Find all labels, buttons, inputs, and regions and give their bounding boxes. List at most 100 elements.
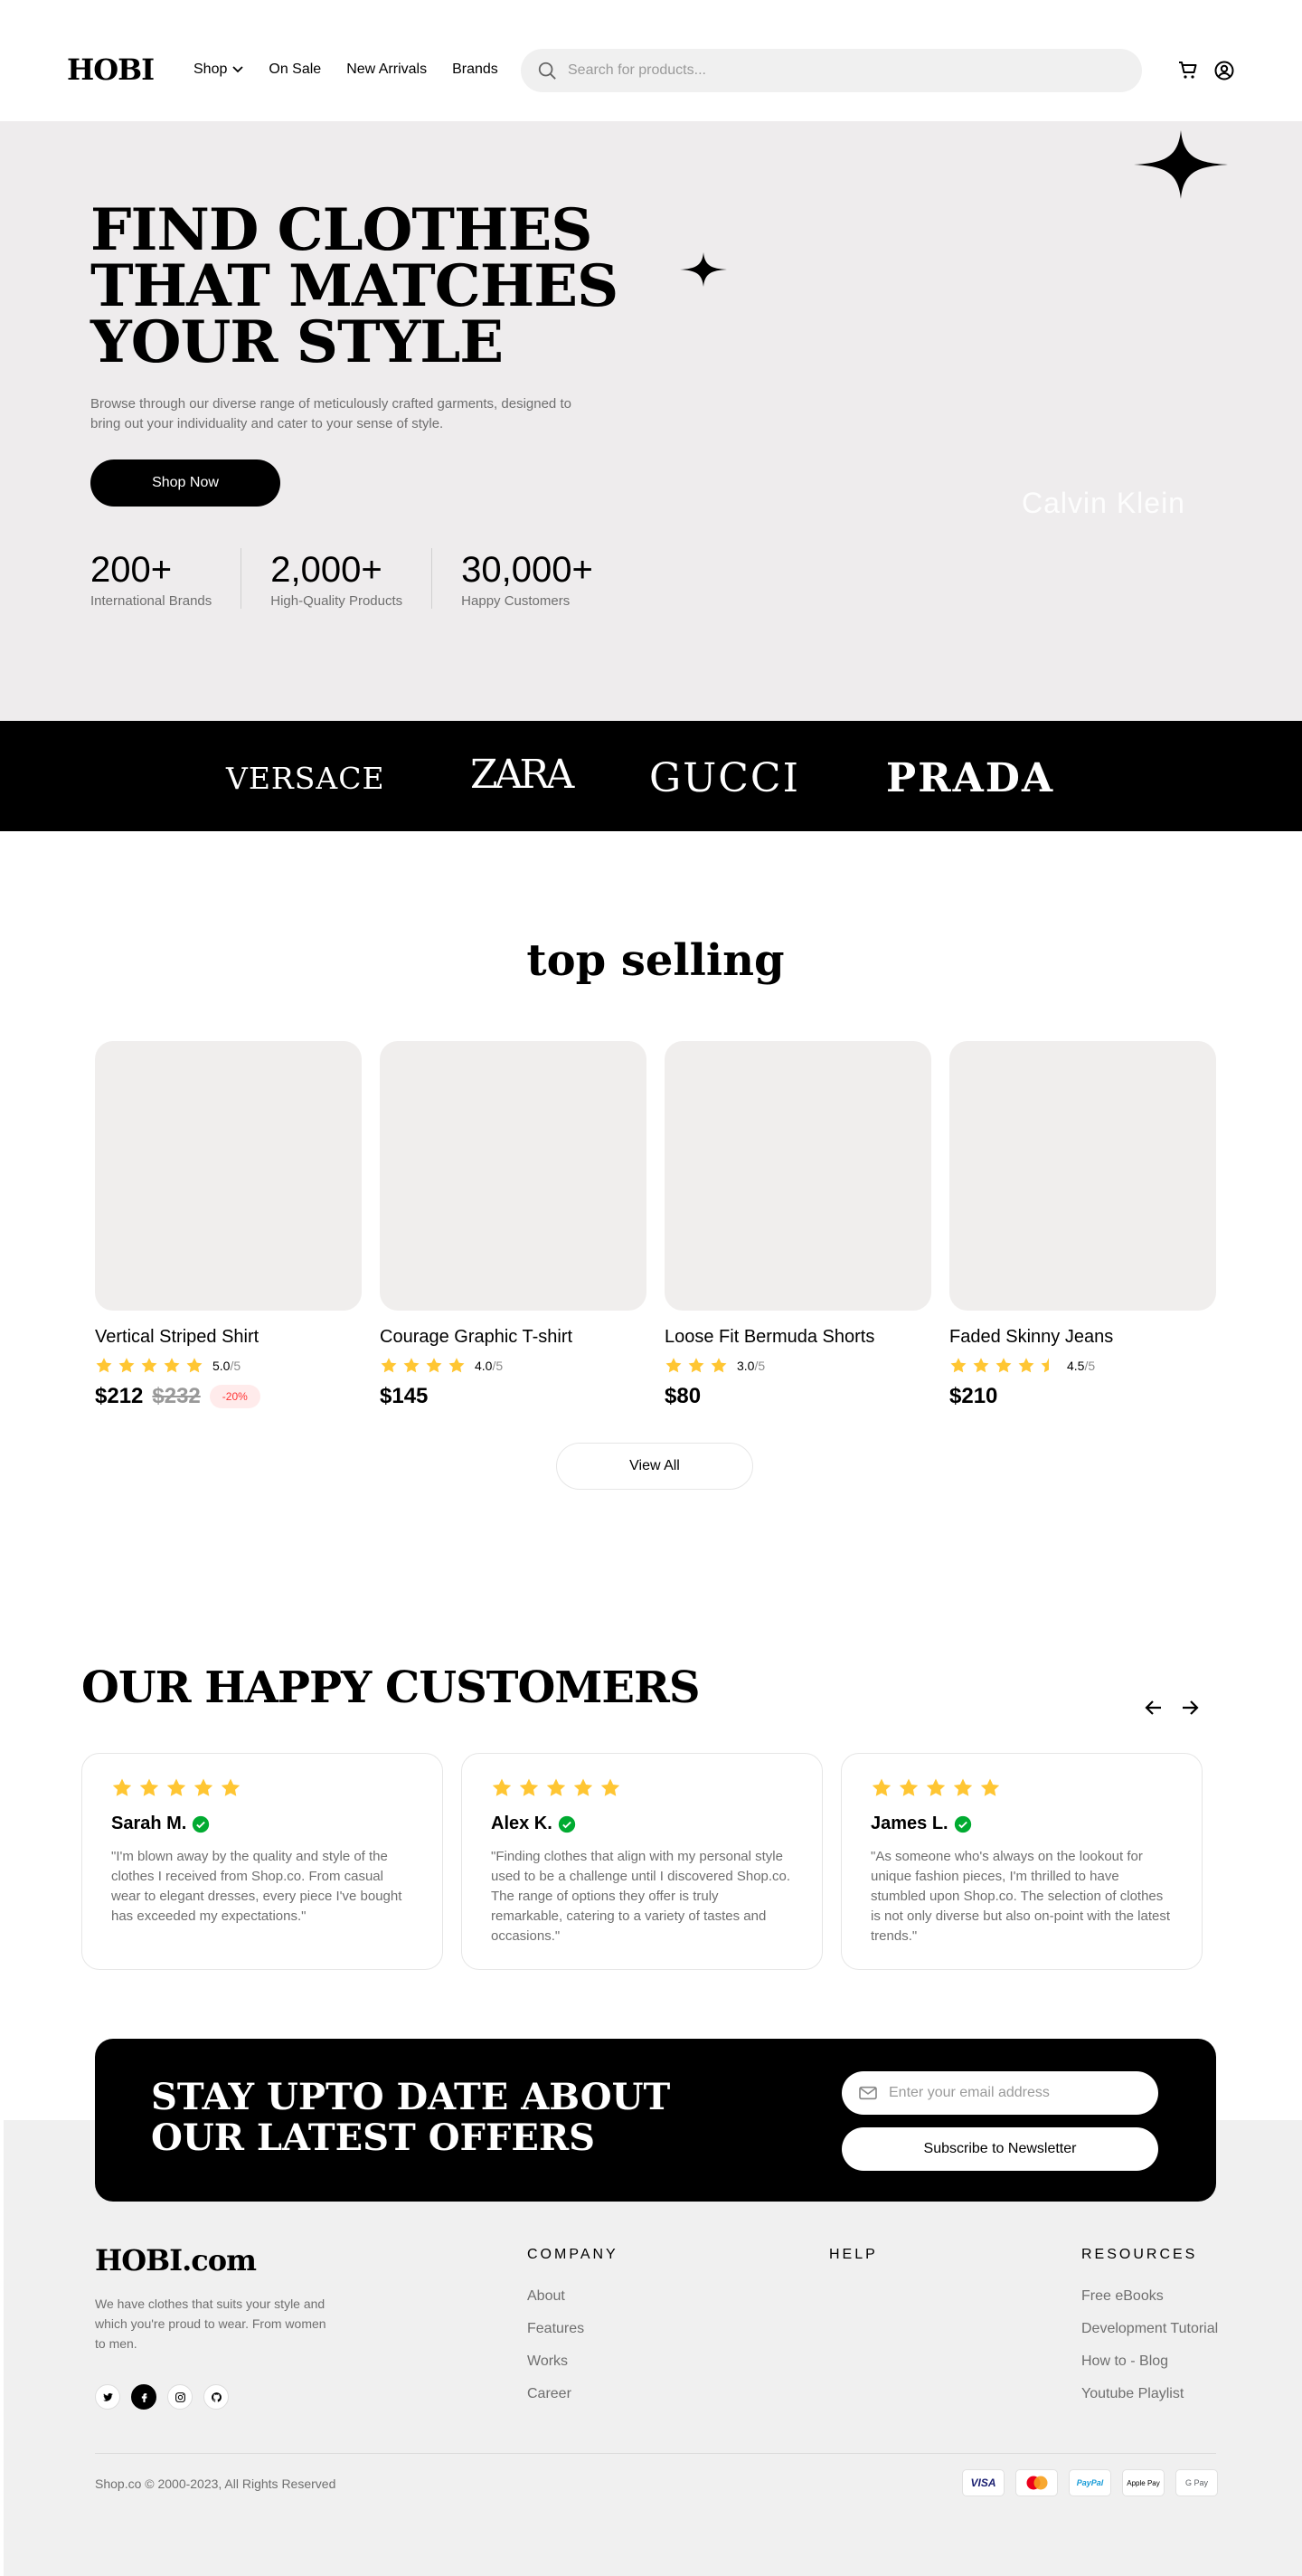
facebook-icon: [141, 2392, 146, 2402]
product-rating: 4.0/5: [380, 1357, 646, 1375]
star-icon: [519, 1778, 539, 1796]
product-image[interactable]: [95, 1041, 362, 1311]
product-name[interactable]: Vertical Striped Shirt: [95, 1327, 362, 1348]
footer-link-dev-tutorial[interactable]: Development Tutorial: [1081, 2321, 1218, 2337]
view-all-button[interactable]: View All: [556, 1443, 753, 1490]
star-icon: [573, 1778, 593, 1796]
mail-icon: [859, 2086, 877, 2100]
site-logo[interactable]: HOBI: [67, 52, 155, 87]
twitter-link[interactable]: [95, 2384, 120, 2410]
sparkle-small-icon: [680, 252, 727, 287]
top-nav: HOBI Shop On Sale New Arrivals Brands: [0, 0, 1302, 121]
price-current: $145: [380, 1384, 429, 1408]
reviewer-name: James L.: [871, 1814, 948, 1833]
twitter-icon: [102, 2392, 113, 2401]
cart-icon[interactable]: [1177, 60, 1199, 81]
email-input[interactable]: [889, 2085, 1151, 2101]
arrow-left-icon[interactable]: [1143, 1697, 1165, 1719]
nav-icons: [1177, 60, 1235, 81]
price-original: $232: [152, 1384, 201, 1408]
footer-link-youtube[interactable]: Youtube Playlist: [1081, 2386, 1218, 2402]
review-card: James L. "As someone who's always on the…: [841, 1753, 1203, 1970]
facebook-link[interactable]: [131, 2384, 156, 2410]
product-card[interactable]: Courage Graphic T-shirt 4.0/5 $145: [380, 1041, 646, 1409]
customers-title: OUR HAPPY CUSTOMERS: [81, 1662, 701, 1713]
footer-link-about[interactable]: About: [527, 2288, 618, 2305]
footer-divider: [95, 2453, 1216, 2454]
account-icon[interactable]: [1213, 60, 1235, 81]
newsletter-banner: STAY UPTO DATE ABOUT OUR LATEST OFFERS S…: [95, 2039, 1216, 2202]
hero-title: FIND CLOTHES THAT MATCHES YOUR STYLE: [90, 196, 618, 376]
product-list: Vertical Striped Shirt 5.0/5 $212 $232 -…: [95, 1041, 1216, 1409]
payment-methods: VISA PayPal Apple Pay G Pay: [962, 2469, 1218, 2496]
product-card[interactable]: Vertical Striped Shirt 5.0/5 $212 $232 -…: [95, 1041, 362, 1409]
footer-link-blog[interactable]: How to - Blog: [1081, 2353, 1218, 2370]
newsletter-email-field: [842, 2071, 1158, 2115]
product-name[interactable]: Faded Skinny Jeans: [949, 1327, 1216, 1348]
star-icon: [118, 1358, 135, 1373]
star-icon: [166, 1778, 186, 1796]
product-image[interactable]: [665, 1041, 931, 1311]
chevron-down-icon: [232, 66, 244, 73]
rating-stars: [949, 1357, 1058, 1375]
product-name[interactable]: Loose Fit Bermuda Shorts: [665, 1327, 931, 1348]
reviews-carousel: Sarah M. "I'm blown away by the quality …: [81, 1753, 1203, 1970]
product-price: $145: [380, 1384, 646, 1409]
product-card[interactable]: Faded Skinny Jeans 4.5/5 $210: [949, 1041, 1216, 1409]
stat-customers: 30,000+ Happy Customers: [461, 550, 593, 609]
product-image[interactable]: [949, 1041, 1216, 1311]
shop-now-button[interactable]: Shop Now: [90, 459, 280, 507]
footer-link-features[interactable]: Features: [527, 2321, 618, 2337]
footer-description: We have clothes that suits your style an…: [95, 2297, 326, 2351]
reviewer-name: Alex K.: [491, 1814, 552, 1833]
github-link[interactable]: [203, 2384, 229, 2410]
brand-zara: ZARA: [470, 752, 574, 798]
review-text: "As someone who's always on the lookout …: [871, 1849, 1171, 1944]
instagram-link[interactable]: [167, 2384, 193, 2410]
product-price: $212 $232 -20%: [95, 1384, 362, 1409]
footer-col-company: COMPANY About Features Works Career: [527, 2247, 618, 2419]
footer-link-career[interactable]: Career: [527, 2386, 618, 2402]
footer-col-title: COMPANY: [527, 2247, 618, 2262]
star-icon: [995, 1358, 1012, 1373]
review-text: "I'm blown away by the quality and style…: [111, 1849, 402, 1924]
nav-link-new-arrivals[interactable]: New Arrivals: [346, 62, 427, 78]
nav-link-on-sale[interactable]: On Sale: [269, 62, 321, 78]
star-icon: [872, 1778, 892, 1796]
rating-value: 4.5: [1067, 1359, 1085, 1373]
hero-description: Browse through our diverse range of meti…: [90, 396, 571, 431]
price-current: $80: [665, 1384, 702, 1408]
star-icon: [600, 1778, 620, 1796]
star-icon: [688, 1358, 704, 1373]
star-icon: [403, 1358, 420, 1373]
subscribe-button[interactable]: Subscribe to Newsletter: [842, 2127, 1158, 2171]
nav-link-brands[interactable]: Brands: [452, 62, 498, 78]
carousel-controls: [1143, 1697, 1201, 1719]
mastercard-badge: [1015, 2469, 1058, 2496]
search-input[interactable]: [568, 62, 1074, 79]
footer-link-works[interactable]: Works: [527, 2353, 618, 2370]
brand-gucci: GUCCI: [649, 755, 800, 801]
brands-bar: VERSACE ZARA GUCCI PRADA: [0, 721, 1302, 831]
review-stars: [111, 1777, 413, 1799]
footer-logo[interactable]: HOBI.com: [95, 2243, 257, 2278]
star-icon: [492, 1778, 512, 1796]
star-icon: [193, 1778, 213, 1796]
review-stars: [491, 1777, 793, 1799]
product-name[interactable]: Courage Graphic T-shirt: [380, 1327, 646, 1348]
product-card[interactable]: Loose Fit Bermuda Shorts 3.0/5 $80: [665, 1041, 931, 1409]
rating-scale: /5: [754, 1359, 766, 1373]
arrow-right-icon[interactable]: [1179, 1697, 1201, 1719]
review-card: Alex K. "Finding clothes that align with…: [461, 1753, 823, 1970]
footer-link-free-ebooks[interactable]: Free eBooks: [1081, 2288, 1218, 2305]
review-text: "Finding clothes that align with my pers…: [491, 1849, 791, 1944]
star-icon: [926, 1778, 946, 1796]
hero-section: FIND CLOTHES THAT MATCHES YOUR STYLE Bro…: [0, 121, 1302, 721]
product-rating: 3.0/5: [665, 1357, 931, 1375]
star-icon: [665, 1358, 682, 1373]
footer-col-title: RESOURCES: [1081, 2247, 1198, 2262]
nav-link-shop[interactable]: Shop: [193, 62, 244, 78]
reviewer-name: Sarah M.: [111, 1814, 187, 1833]
product-image[interactable]: [380, 1041, 646, 1311]
rating-value: 5.0: [212, 1359, 231, 1373]
